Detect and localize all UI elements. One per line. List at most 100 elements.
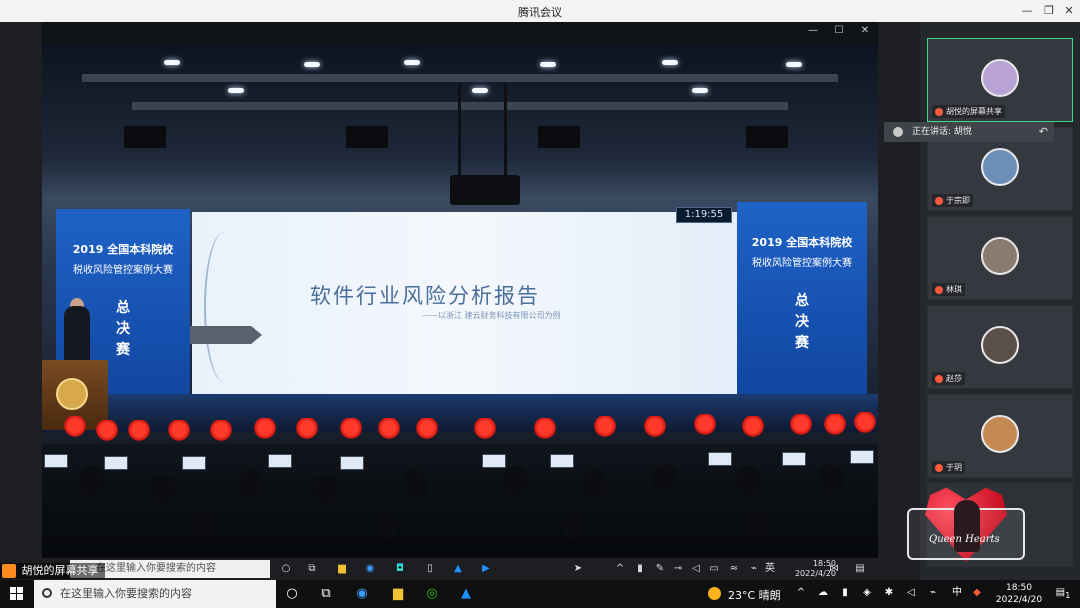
laptop [782, 452, 806, 466]
network-icon[interactable]: ⌁ [926, 586, 940, 600]
app-icon: ◘ [396, 563, 404, 574]
audience-head [502, 466, 528, 496]
mic-icon [935, 463, 943, 472]
poinsettia [252, 418, 278, 440]
participant-name: 赵莎 [932, 372, 965, 385]
banner-line: 税收风险管控案例大赛 [73, 265, 173, 276]
laptop [850, 450, 874, 464]
taskbar-date: 2022/4/20 [995, 595, 1043, 605]
report-subtitle: ——以浙江 建云财务科技有限公司为例 [422, 311, 561, 320]
ceiling-light [404, 60, 420, 65]
poinsettia [740, 416, 766, 438]
task-view-icon[interactable]: ⧉ [316, 584, 336, 604]
avatar [981, 415, 1019, 453]
antivirus-icon[interactable]: ◆ [970, 586, 984, 600]
participant-tile[interactable]: 胡悦的屏幕共享 [927, 38, 1073, 122]
minimize-button[interactable]: — [1018, 2, 1036, 20]
poinsettia [852, 412, 878, 434]
close-button[interactable]: ✕ [1060, 2, 1078, 20]
audience-head [192, 506, 218, 536]
user-icon [2, 564, 16, 578]
poinsettia [532, 418, 558, 440]
weather-sun-icon[interactable] [708, 587, 721, 600]
mic-icon: ▮ [637, 563, 643, 574]
poinsettia [294, 418, 320, 440]
volume-icon: ◁ [692, 563, 700, 574]
banner-final-char: 赛 [795, 335, 809, 351]
battery-icon: ▭ [709, 563, 719, 574]
leaf-decoration [204, 232, 244, 382]
participant-tile[interactable]: 于玥 [927, 394, 1073, 478]
maximize-button[interactable]: ❐ [1040, 2, 1058, 20]
network-icon: ≈ [729, 563, 739, 574]
poinsettia [472, 418, 498, 440]
poinsettia [338, 418, 364, 440]
laptop [482, 454, 506, 468]
cursor-icon: ➤ [573, 563, 583, 574]
file-explorer-icon[interactable]: ▆ [388, 584, 408, 604]
audience-area [42, 444, 878, 558]
ceiling-light [662, 60, 678, 65]
audience-head [78, 466, 104, 496]
poinsettia [376, 418, 402, 440]
tray-chevron-icon[interactable]: ^ [794, 586, 808, 600]
cortana-icon: ○ [281, 563, 291, 574]
taskbar-time: 18:50 [1006, 583, 1032, 593]
speaker-person [64, 306, 90, 362]
audience-head [402, 470, 428, 500]
cloud-icon[interactable]: ☁ [816, 586, 830, 600]
notification-count: 1 [1065, 590, 1071, 600]
speaker [346, 126, 388, 148]
participant-tile[interactable]: 林琪 [927, 216, 1073, 300]
projector [450, 175, 520, 205]
audience-head [582, 470, 608, 500]
ceiling-light [228, 88, 244, 93]
arrow-decoration [190, 326, 262, 344]
edge-icon[interactable]: ◉ [352, 584, 372, 604]
queen-hearts-sticker: Queen Hearts [907, 486, 1025, 566]
microphone-icon[interactable]: ▮ [838, 586, 852, 600]
screen-share-label: 胡悦的屏幕共享 [0, 563, 105, 579]
notification-icon: ▤ [855, 563, 865, 574]
laptop [340, 456, 364, 470]
participant-name: 胡悦的屏幕共享 [932, 105, 1005, 118]
mic-icon [935, 285, 943, 294]
weather-text[interactable]: 23°C 晴朗 [728, 587, 781, 603]
participant-name-text: 于宗即 [946, 196, 970, 205]
start-button[interactable] [0, 580, 34, 608]
participant-name-text: 赵莎 [946, 374, 962, 383]
tray-app-icon[interactable]: ◈ [860, 586, 874, 600]
cortana-icon[interactable]: ○ [282, 584, 302, 604]
taskbar-search-placeholder: 在这里输入你要搜索的内容 [60, 587, 192, 600]
shared-close-button[interactable]: ✕ [858, 25, 872, 36]
participant-tile[interactable]: 赵莎 [927, 305, 1073, 389]
ceiling-light [164, 60, 180, 65]
screen-share-label-text: 胡悦的屏幕共享 [21, 564, 99, 577]
projector-pole [504, 84, 507, 179]
audience-head [742, 506, 768, 536]
audience-head [562, 508, 588, 538]
taskbar-clock[interactable]: 18:50 2022/4/20 [990, 582, 1048, 606]
report-title: 软件行业风险分析报告 [310, 284, 540, 308]
volume-icon[interactable]: ◁ [904, 586, 918, 600]
tencent-meeting-icon[interactable]: ▲ [456, 584, 476, 604]
ceiling-light [304, 62, 320, 67]
speaker [746, 126, 788, 148]
banner-final-char: 总 [795, 293, 809, 309]
speaking-indicator: 正在讲话: 胡悦 ↶ [884, 122, 1054, 142]
audience-head [150, 474, 176, 504]
audience-head [652, 464, 678, 494]
notification-center-icon[interactable]: ▤1 [1052, 586, 1074, 600]
shared-maximize-button[interactable]: ☐ [832, 25, 846, 36]
edge-icon: ◉ [365, 563, 375, 574]
poinsettia [414, 418, 440, 440]
ime-indicator[interactable]: 中 [950, 586, 964, 600]
reply-icon[interactable]: ↶ [1039, 122, 1048, 142]
banner-final-char: 决 [795, 314, 809, 330]
stage-timer: 1:19:55 [676, 207, 732, 223]
shared-minimize-button[interactable]: — [806, 25, 820, 36]
connect-icon: ⌁ [750, 563, 758, 574]
wechat-icon[interactable]: ◎ [422, 584, 442, 604]
bluetooth-icon[interactable]: ✱ [882, 586, 896, 600]
taskbar-search-input[interactable]: 在这里输入你要搜索的内容 [34, 580, 276, 608]
